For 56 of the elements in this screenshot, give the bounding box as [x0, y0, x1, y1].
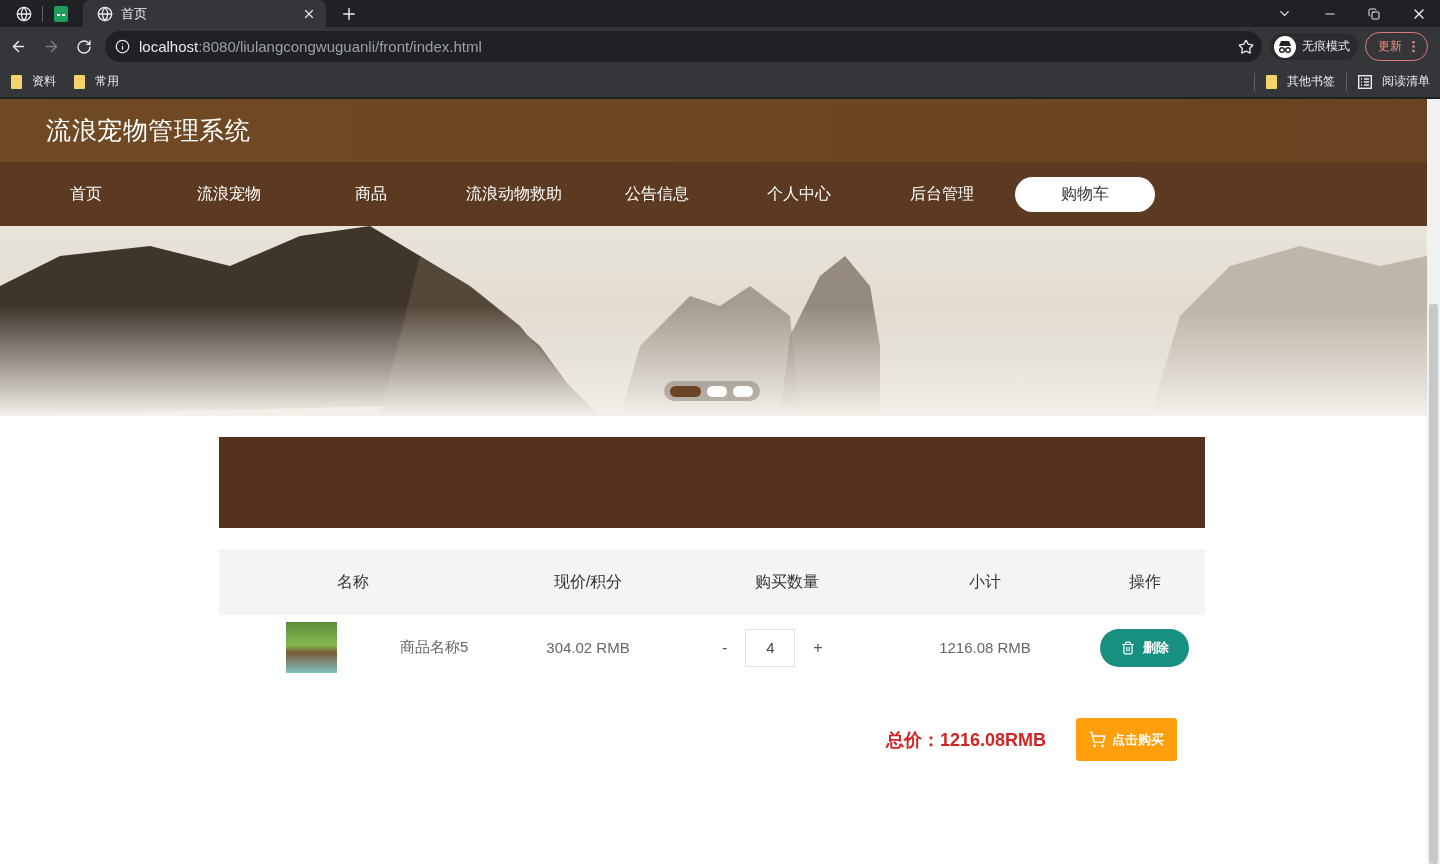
address-bar[interactable]: localhost:8080/liulangcongwuguanli/front/index.html	[105, 31, 1262, 62]
total-price: 总价：1216.08RMB	[885, 728, 1046, 752]
bookmark-star-icon[interactable]	[1238, 38, 1254, 55]
bookmark-folder[interactable]: 常用	[74, 73, 119, 90]
column-header: 操作	[1129, 571, 1161, 592]
incognito-icon	[1274, 35, 1296, 58]
bookmark-label: 资料	[32, 73, 56, 90]
bookmark-label: 常用	[95, 73, 119, 90]
incognito-profile-button[interactable]: 无痕模式	[1270, 33, 1358, 60]
trash-icon	[1120, 640, 1135, 655]
reading-list[interactable]: 阅读清单	[1358, 73, 1430, 90]
browser-tab[interactable]: 首页	[83, 0, 326, 27]
nav-item[interactable]: 购物车	[1014, 176, 1155, 212]
forward-icon[interactable]	[43, 38, 60, 55]
info-icon[interactable]	[115, 39, 130, 54]
subtotal-cell: 1216.08 RMB	[939, 639, 1031, 656]
column-header: 购买数量	[755, 571, 819, 592]
globe-icon	[97, 5, 113, 22]
back-icon[interactable]	[10, 38, 27, 55]
cart-icon	[1089, 731, 1106, 748]
nav-item[interactable]: 首页	[16, 176, 156, 212]
reading-list-label: 阅读清单	[1382, 73, 1430, 90]
update-label: 更新	[1378, 38, 1402, 55]
column-header: 小计	[969, 571, 1001, 592]
nav-item[interactable]: 个人中心	[729, 176, 870, 212]
site-title: 流浪宠物管理系统	[46, 115, 250, 146]
bookmark-folder-icon	[74, 74, 85, 89]
restore-icon[interactable]	[1368, 7, 1380, 20]
reload-icon[interactable]	[76, 38, 92, 55]
reading-list-icon	[1358, 74, 1372, 89]
globe-icon	[16, 5, 32, 22]
bookmark-folder-icon	[1266, 74, 1277, 89]
nav-item[interactable]: 公告信息	[586, 176, 727, 212]
quantity-field[interactable]: 4	[745, 628, 796, 667]
nav-item[interactable]: 后台管理	[872, 176, 1013, 212]
bookmark-folder-icon	[11, 74, 22, 89]
column-header: 名称	[337, 571, 369, 592]
decrement-button[interactable]: -	[722, 638, 728, 657]
url-text: localhost:8080/liulangcongwuguanli/front/index.html	[139, 38, 483, 55]
increment-button[interactable]: +	[813, 638, 823, 657]
column-header: 现价/积分	[553, 571, 623, 592]
scrollbar-track[interactable]	[1427, 99, 1440, 864]
profile-label: 无痕模式	[1302, 38, 1350, 55]
nav-item[interactable]: 流浪宠物	[158, 176, 299, 212]
nav-item[interactable]: 商品	[301, 176, 442, 212]
spreadsheet-icon	[54, 5, 68, 22]
nav-item[interactable]: 流浪动物救助	[444, 176, 585, 212]
other-bookmarks-label: 其他书签	[1287, 73, 1335, 90]
scrollbar-thumb[interactable]	[1429, 304, 1438, 864]
tab-title: 首页	[121, 4, 148, 23]
product-photo-placeholder	[286, 622, 337, 673]
other-bookmarks[interactable]: 其他书签	[1266, 73, 1335, 90]
product-name: 商品名称5	[400, 638, 469, 657]
bookmark-folder[interactable]: 资料	[11, 73, 56, 90]
delete-button[interactable]: 删除	[1100, 628, 1189, 667]
price-cell: 304.02 RMB	[546, 639, 630, 656]
